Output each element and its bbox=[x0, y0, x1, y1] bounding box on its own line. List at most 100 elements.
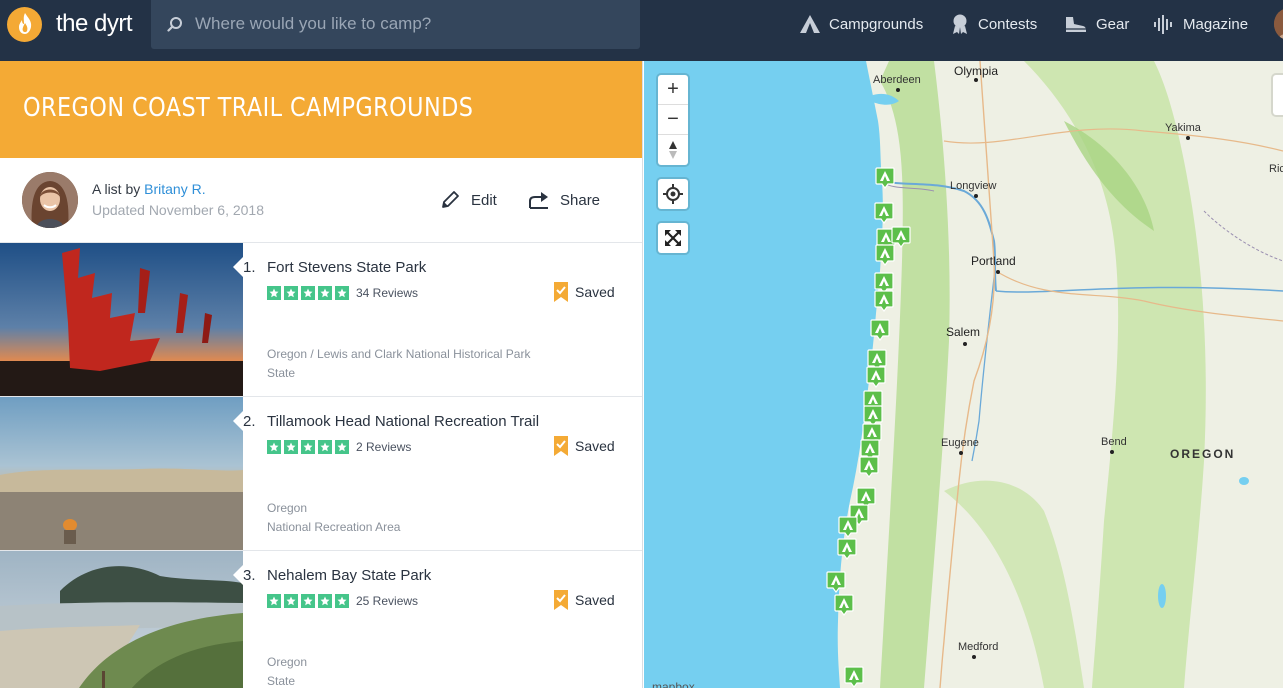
nav-campgrounds-label: Campgrounds bbox=[829, 15, 924, 33]
list-item[interactable]: 2. Tillamook Head National Recreation Tr… bbox=[0, 397, 642, 551]
review-count[interactable]: 2 Reviews bbox=[356, 440, 411, 454]
campground-marker[interactable] bbox=[870, 319, 890, 341]
author-row: A list by Britany R. Updated November 6,… bbox=[0, 158, 642, 243]
campground-marker[interactable] bbox=[866, 366, 886, 388]
campground-marker[interactable] bbox=[875, 167, 895, 189]
saved-label: Saved bbox=[575, 592, 615, 608]
city-label: Ric bbox=[1269, 163, 1283, 175]
bookmark-check-icon bbox=[554, 590, 568, 610]
star-icon bbox=[301, 594, 315, 608]
top-navigation-bar: the dyrt Campgrounds Contests Gear bbox=[0, 0, 1283, 61]
photo-notch bbox=[233, 565, 243, 585]
campground-marker[interactable] bbox=[826, 571, 846, 593]
saved-label: Saved bbox=[575, 438, 615, 454]
state-label: OREGON bbox=[1170, 447, 1236, 461]
nav-campgrounds[interactable]: Campgrounds bbox=[799, 12, 923, 36]
expand-icon bbox=[665, 230, 681, 246]
city-dot bbox=[963, 342, 967, 346]
campground-name[interactable]: Nehalem Bay State Park bbox=[267, 567, 431, 584]
list-header-banner: OREGON COAST TRAIL CAMPGROUNDS bbox=[0, 61, 642, 158]
campground-marker[interactable] bbox=[834, 594, 854, 616]
city-label: Eugene bbox=[941, 437, 979, 449]
nav-magazine[interactable]: Magazine bbox=[1153, 12, 1248, 36]
zoom-out-button[interactable]: − bbox=[658, 105, 688, 135]
campground-map[interactable]: + − Aberdeen Olympia Yakima Ric Longview… bbox=[644, 61, 1283, 688]
geolocate-button[interactable] bbox=[658, 179, 688, 209]
search-icon bbox=[167, 17, 182, 32]
search-input[interactable] bbox=[195, 10, 625, 38]
saved-button[interactable]: Saved bbox=[554, 436, 615, 456]
city-dot bbox=[974, 194, 978, 198]
campground-type: National Recreation Area bbox=[267, 520, 401, 534]
star-icon bbox=[267, 286, 281, 300]
campground-marker[interactable] bbox=[844, 666, 864, 688]
list-item[interactable]: 3. Nehalem Bay State Park 25 Reviews Sav… bbox=[0, 551, 642, 688]
city-label: Longview bbox=[950, 180, 997, 192]
city-dot bbox=[972, 655, 976, 659]
campground-photo[interactable] bbox=[0, 243, 243, 396]
campground-photo[interactable] bbox=[0, 397, 243, 550]
edit-label: Edit bbox=[471, 191, 497, 209]
star-rating: 34 Reviews bbox=[267, 286, 418, 300]
share-button[interactable]: Share bbox=[528, 189, 600, 211]
review-count[interactable]: 25 Reviews bbox=[356, 594, 418, 608]
campground-type: State bbox=[267, 674, 296, 688]
saved-button[interactable]: Saved bbox=[554, 590, 615, 610]
crosshair-icon bbox=[663, 184, 683, 204]
star-icon bbox=[284, 286, 298, 300]
saved-button[interactable]: Saved bbox=[554, 282, 615, 302]
edit-button[interactable]: Edit bbox=[439, 189, 497, 211]
map-style-toggle[interactable] bbox=[1273, 75, 1283, 115]
star-icon bbox=[318, 440, 332, 454]
geolocate-control bbox=[658, 179, 688, 209]
fullscreen-button[interactable] bbox=[658, 223, 688, 253]
star-icon bbox=[335, 440, 349, 454]
campground-location: Oregon bbox=[267, 501, 308, 515]
star-icon bbox=[318, 286, 332, 300]
author-avatar[interactable] bbox=[22, 172, 78, 228]
city-label: Portland bbox=[971, 254, 1016, 268]
campground-marker[interactable] bbox=[875, 244, 895, 266]
campground-photo[interactable] bbox=[0, 551, 243, 688]
campground-name[interactable]: Fort Stevens State Park bbox=[267, 259, 426, 276]
campground-type: State bbox=[267, 366, 296, 380]
star-icon bbox=[335, 594, 349, 608]
zoom-control: + − bbox=[658, 75, 688, 165]
ribbon-icon bbox=[953, 14, 967, 34]
campground-marker[interactable] bbox=[837, 538, 857, 560]
nav-contests[interactable]: Contests bbox=[950, 12, 1037, 36]
photo-notch bbox=[233, 257, 243, 277]
list-item[interactable]: 1. Fort Stevens State Park 34 Reviews Sa… bbox=[0, 243, 642, 397]
star-rating: 25 Reviews bbox=[267, 594, 418, 608]
star-icon bbox=[301, 440, 315, 454]
campground-marker[interactable] bbox=[838, 516, 858, 538]
pencil-icon bbox=[442, 191, 459, 208]
nav-gear[interactable]: Gear bbox=[1064, 12, 1129, 36]
zoom-in-button[interactable]: + bbox=[658, 75, 688, 105]
city-dot bbox=[1110, 450, 1114, 454]
author-link[interactable]: Britany R. bbox=[144, 181, 205, 197]
map-base bbox=[644, 61, 1283, 688]
campground-marker[interactable] bbox=[859, 456, 879, 478]
mapbox-attribution[interactable]: mapbox bbox=[652, 680, 695, 688]
nav-contests-label: Contests bbox=[978, 15, 1038, 33]
campground-location: Oregon bbox=[267, 655, 308, 669]
star-rating: 2 Reviews bbox=[267, 440, 411, 454]
dyrt-logo[interactable]: the dyrt bbox=[7, 6, 133, 42]
city-label: Medford bbox=[958, 641, 999, 653]
review-count[interactable]: 34 Reviews bbox=[356, 286, 418, 300]
compass-button[interactable] bbox=[658, 135, 688, 165]
bookmark-check-icon bbox=[554, 282, 568, 302]
fullscreen-control bbox=[658, 223, 688, 253]
city-dot bbox=[896, 88, 900, 92]
item-number: 3. bbox=[243, 567, 256, 584]
tent-icon bbox=[800, 15, 820, 33]
campground-name[interactable]: Tillamook Head National Recreation Trail bbox=[267, 413, 539, 430]
boot-icon bbox=[1066, 17, 1086, 32]
campground-marker[interactable] bbox=[874, 290, 894, 312]
search-bar bbox=[151, 0, 640, 49]
user-avatar[interactable] bbox=[1274, 8, 1283, 40]
city-label: Salem bbox=[946, 325, 981, 339]
campground-marker[interactable] bbox=[874, 202, 894, 224]
city-label: Olympia bbox=[954, 64, 999, 78]
